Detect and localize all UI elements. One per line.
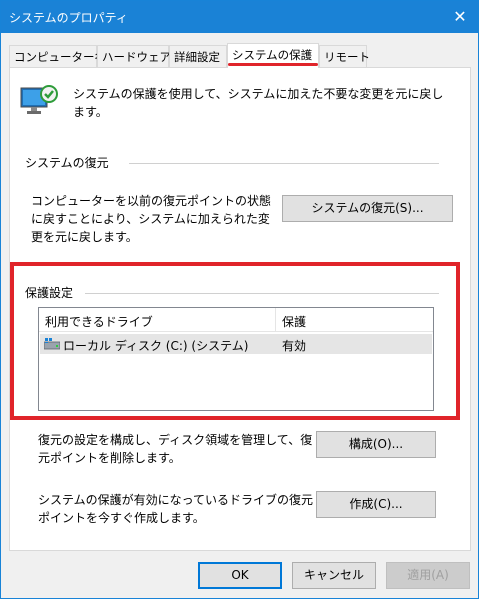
title-bar[interactable]: システムのプロパティ ✕ xyxy=(1,1,478,33)
tab-remote[interactable]: リモート xyxy=(319,45,370,67)
column-header-protection[interactable]: 保護 xyxy=(282,313,306,330)
tab-label: コンピューター名 xyxy=(14,50,106,64)
group-divider xyxy=(129,163,439,164)
tab-label: ハードウェア xyxy=(102,50,171,64)
close-icon[interactable]: ✕ xyxy=(448,5,472,29)
tab-label: システムの保護 xyxy=(232,48,313,62)
restore-group-label: システムの復元 xyxy=(25,156,109,170)
group-divider xyxy=(85,293,439,294)
cancel-button[interactable]: キャンセル xyxy=(292,562,376,589)
tab-label: リモート xyxy=(324,50,370,64)
protection-status: 有効 xyxy=(282,339,307,353)
tab-advanced[interactable]: 詳細設定 xyxy=(169,45,227,67)
tab-hardware[interactable]: ハードウェア xyxy=(97,45,171,67)
system-restore-button[interactable]: システムの復元(S)... xyxy=(282,195,453,222)
create-description: システムの保護が有効になっているドライブの復元ポイントを今すぐ作成します。 xyxy=(38,493,314,525)
system-properties-dialog: システムのプロパティ ✕ コンピューター名 ハードウェア 詳細設定 システムの保… xyxy=(0,0,479,599)
column-divider[interactable] xyxy=(275,308,276,332)
drive-name: ローカル ディスク (C:) (システム) xyxy=(63,339,249,353)
configure-button[interactable]: 構成(O)... xyxy=(316,431,436,458)
highlight-underline xyxy=(228,63,318,66)
intro-text: システムの保護を使用して、システムに加えた不要な変更を元に戻します。 xyxy=(73,87,444,119)
apply-button[interactable]: 適用(A) xyxy=(386,562,470,589)
system-protection-icon xyxy=(20,85,58,114)
list-header: 利用できるドライブ 保護 xyxy=(39,308,433,332)
list-item[interactable]: ローカル ディスク (C:) (システム) 有効 xyxy=(40,334,432,354)
ok-button[interactable]: OK xyxy=(198,562,282,589)
protection-group-label: 保護設定 xyxy=(25,286,74,300)
tab-computer-name[interactable]: コンピューター名 xyxy=(9,45,106,67)
window-title: システムのプロパティ xyxy=(9,11,128,25)
tab-label: 詳細設定 xyxy=(174,50,220,64)
create-button[interactable]: 作成(C)... xyxy=(316,491,436,518)
drive-icon xyxy=(44,338,60,350)
restore-description: コンピューターを以前の復元ポイントの状態に戻すことにより、システムに加えられた変… xyxy=(31,194,272,244)
drive-list[interactable]: 利用できるドライブ 保護 ローカル ディスク (C:) (システム) 有効 xyxy=(38,307,434,411)
column-header-drive[interactable]: 利用できるドライブ xyxy=(45,313,153,330)
configure-description: 復元の設定を構成し、ディスク領域を管理して、復元ポイントを削除します。 xyxy=(38,433,313,465)
